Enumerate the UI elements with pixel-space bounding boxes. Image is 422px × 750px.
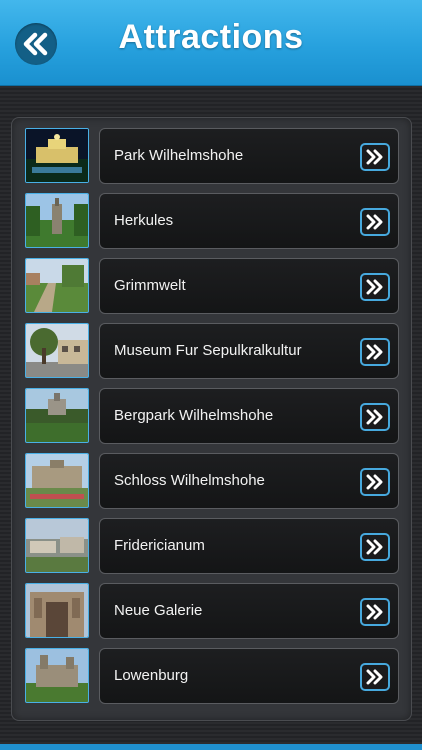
list-item: Bergpark Wilhelmshohe [12,388,413,444]
attraction-item[interactable]: Herkules [99,193,399,249]
list-item: Schloss Wilhelmshohe [12,453,413,509]
double-chevron-right-icon [366,149,383,165]
double-chevron-right-icon [366,214,383,230]
attractions-list: Park Wilhelmshohe Herkules Grimmwelt Mus… [11,117,412,721]
attraction-name: Schloss Wilhelmshohe [114,472,265,489]
go-button[interactable] [360,273,390,301]
page-title: Attractions [118,18,304,56]
double-chevron-right-icon [366,409,383,425]
attraction-thumbnail[interactable] [25,388,89,443]
attraction-name: Fridericianum [114,537,205,554]
attraction-thumbnail[interactable] [25,518,89,573]
attraction-item[interactable]: Schloss Wilhelmshohe [99,453,399,509]
attraction-item[interactable]: Bergpark Wilhelmshohe [99,388,399,444]
go-button[interactable] [360,468,390,496]
attraction-name: Herkules [114,212,174,229]
attraction-name: Bergpark Wilhelmshohe [114,407,274,424]
attraction-thumbnail[interactable] [25,258,89,313]
go-button[interactable] [360,403,390,431]
list-item: Grimmwelt [12,258,413,314]
list-item: Park Wilhelmshohe [12,128,413,184]
go-button[interactable] [360,533,390,561]
double-chevron-right-icon [366,604,383,620]
double-chevron-right-icon [366,669,383,685]
go-button[interactable] [360,598,390,626]
attraction-name: Lowenburg [114,667,189,684]
double-chevron-right-icon [366,539,383,555]
list-item: Fridericianum [12,518,413,574]
attraction-item[interactable]: Neue Galerie [99,583,399,639]
attraction-item[interactable]: Lowenburg [99,648,399,704]
go-button[interactable] [360,338,390,366]
list-item: Museum Fur Sepulkralkultur [12,323,413,379]
attraction-name: Grimmwelt [114,277,186,294]
attraction-name: Neue Galerie [114,602,203,619]
list-item: Herkules [12,193,413,249]
double-chevron-right-icon [366,279,383,295]
attraction-thumbnail[interactable] [25,193,89,248]
attraction-name: Park Wilhelmshohe [114,147,244,164]
attraction-item[interactable]: Fridericianum [99,518,399,574]
attraction-item[interactable]: Park Wilhelmshohe [99,128,399,184]
attraction-thumbnail[interactable] [25,323,89,378]
double-chevron-right-icon [366,474,383,490]
header-bar: Attractions [0,0,422,86]
bottom-accent-bar [0,744,422,750]
go-button[interactable] [360,663,390,691]
go-button[interactable] [360,208,390,236]
attraction-thumbnail[interactable] [25,648,89,703]
attraction-thumbnail[interactable] [25,583,89,638]
double-chevron-right-icon [366,344,383,360]
attraction-item[interactable]: Museum Fur Sepulkralkultur [99,323,399,379]
go-button[interactable] [360,143,390,171]
attraction-name: Museum Fur Sepulkralkultur [114,342,302,359]
list-item: Lowenburg [12,648,413,704]
attraction-thumbnail[interactable] [25,128,89,183]
list-item: Neue Galerie [12,583,413,639]
attraction-thumbnail[interactable] [25,453,89,508]
attraction-item[interactable]: Grimmwelt [99,258,399,314]
